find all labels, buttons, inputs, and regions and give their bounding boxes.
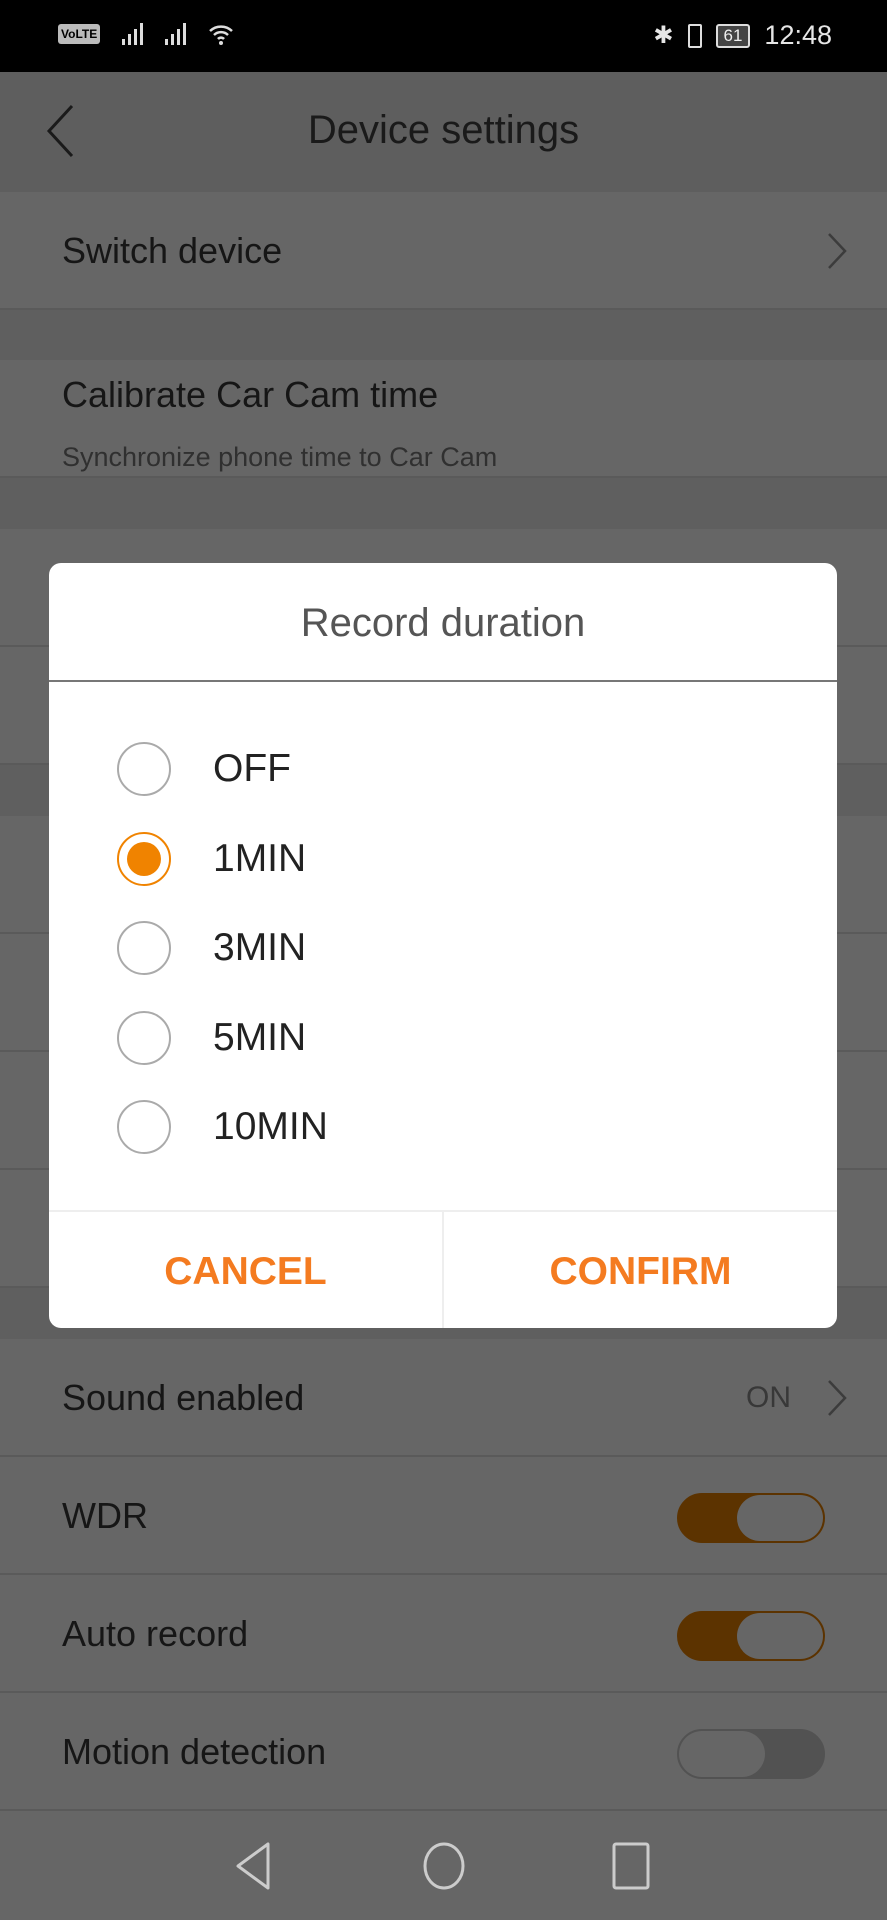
option-label: 10MIN bbox=[213, 1105, 328, 1148]
option-off[interactable]: OFF bbox=[117, 734, 291, 804]
auto-record-row: Auto record bbox=[0, 1575, 887, 1693]
volte-icon: VoLTE bbox=[58, 24, 101, 44]
record-duration-dialog: Record duration OFF 1MIN 3MIN 5MIN 10MIN… bbox=[49, 563, 837, 1328]
auto-record-toggle[interactable] bbox=[677, 1611, 825, 1661]
row-label: Auto record bbox=[62, 1613, 249, 1654]
header: Device settings bbox=[0, 72, 887, 192]
clock: 12:48 bbox=[764, 20, 832, 50]
navigation-bar bbox=[0, 1811, 887, 1920]
row-label: WDR bbox=[62, 1495, 148, 1536]
page-title: Device settings bbox=[307, 108, 580, 152]
dialog-title: Record duration bbox=[49, 563, 837, 682]
option-10min[interactable]: 10MIN bbox=[117, 1092, 328, 1162]
chevron-right-icon bbox=[828, 233, 847, 269]
option-1min[interactable]: 1MIN bbox=[117, 824, 306, 894]
option-label: 1MIN bbox=[213, 837, 307, 880]
wdr-toggle[interactable] bbox=[677, 1493, 825, 1543]
nav-back-icon[interactable] bbox=[234, 1841, 272, 1891]
row-subtitle: Synchronize phone time to Car Cam bbox=[62, 442, 498, 472]
option-label: 5MIN bbox=[213, 1016, 307, 1059]
row-label: Switch device bbox=[62, 230, 283, 271]
bluetooth-icon: ✱ bbox=[653, 22, 674, 49]
radio-button[interactable] bbox=[117, 1100, 171, 1154]
cancel-button[interactable]: CANCEL bbox=[49, 1212, 442, 1328]
nav-recents-icon[interactable] bbox=[612, 1842, 650, 1890]
chevron-right-icon bbox=[828, 1380, 847, 1416]
signal-icon bbox=[122, 23, 144, 45]
radio-button[interactable] bbox=[117, 1011, 171, 1065]
radio-button[interactable] bbox=[117, 742, 171, 796]
sound-enabled-row[interactable]: Sound enabled ON bbox=[0, 1339, 887, 1457]
radio-button[interactable] bbox=[117, 921, 171, 975]
motion-detection-row: Motion detection bbox=[0, 1693, 887, 1811]
vibrate-icon bbox=[687, 23, 702, 48]
wdr-row: WDR bbox=[0, 1457, 887, 1575]
row-label: Motion detection bbox=[62, 1731, 327, 1772]
nav-home-icon[interactable] bbox=[422, 1841, 466, 1891]
battery-icon: 61 bbox=[715, 23, 751, 48]
signal-icon-2 bbox=[165, 23, 187, 45]
option-label: 3MIN bbox=[213, 926, 307, 969]
calibrate-time-row[interactable]: Calibrate Car Cam time Synchronize phone… bbox=[0, 360, 887, 478]
switch-device-row[interactable]: Switch device bbox=[0, 192, 887, 310]
wifi-icon bbox=[209, 25, 234, 45]
row-value: ON bbox=[746, 1381, 791, 1414]
confirm-button[interactable]: CONFIRM bbox=[442, 1212, 837, 1328]
radio-button-selected[interactable] bbox=[117, 832, 171, 886]
option-3min[interactable]: 3MIN bbox=[117, 913, 306, 983]
motion-detection-toggle[interactable] bbox=[677, 1729, 825, 1779]
row-label: Calibrate Car Cam time bbox=[62, 374, 439, 415]
row-label: Sound enabled bbox=[62, 1377, 305, 1418]
option-5min[interactable]: 5MIN bbox=[117, 1003, 306, 1073]
option-label: OFF bbox=[213, 747, 291, 790]
status-bar: VoLTE ✱ 61 12:48 bbox=[0, 0, 887, 72]
